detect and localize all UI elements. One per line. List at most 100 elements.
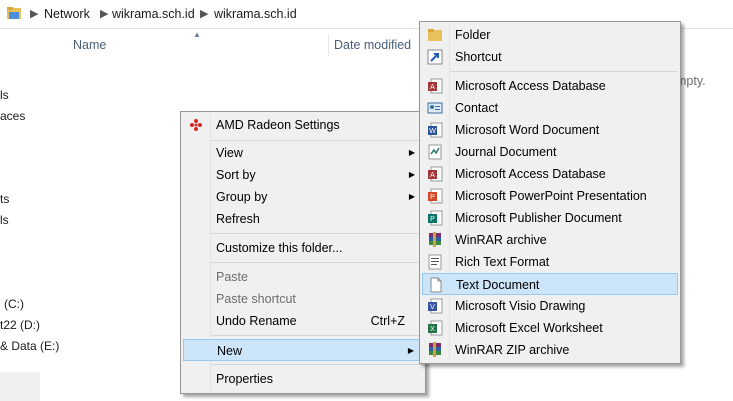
- column-date-modified[interactable]: Date modified: [334, 38, 411, 52]
- text-document-icon: [430, 277, 442, 293]
- menu-label: Contact: [455, 101, 499, 115]
- menu-label: WinRAR archive: [455, 233, 547, 247]
- menu-label: Text Document: [456, 278, 540, 292]
- menu-item-group-by[interactable]: Group by ▶: [183, 186, 423, 208]
- column-divider: [328, 34, 329, 56]
- column-name[interactable]: Name: [73, 38, 106, 52]
- new-text-document-item[interactable]: Text Document: [422, 273, 678, 295]
- menu-item-new[interactable]: New ▶: [183, 339, 423, 361]
- new-excel-item[interactable]: X Microsoft Excel Worksheet: [422, 317, 678, 339]
- submenu-arrow-icon: ▶: [408, 170, 415, 179]
- svg-text:A: A: [430, 84, 435, 91]
- menu-label: AMD Radeon Settings: [216, 118, 340, 132]
- menu-item-undo-rename[interactable]: Undo Rename Ctrl+Z: [183, 310, 423, 332]
- menu-label: Folder: [455, 28, 491, 42]
- visio-icon: V: [428, 298, 443, 314]
- menu-divider: [211, 233, 423, 234]
- new-contact-item[interactable]: Contact: [422, 97, 678, 119]
- winrar-zip-icon: [429, 342, 441, 357]
- menu-item-paste[interactable]: Paste: [183, 266, 423, 288]
- shortcut-icon: [427, 49, 443, 65]
- menu-divider: [211, 262, 423, 263]
- breadcrumb-separator-icon: ▶: [200, 8, 209, 20]
- menu-label: Microsoft Access Database: [455, 167, 606, 181]
- menu-item-properties[interactable]: Properties: [183, 368, 423, 390]
- excel-icon: X: [428, 320, 443, 336]
- menu-label: Properties: [216, 372, 273, 386]
- menu-label: Microsoft Excel Worksheet: [455, 321, 603, 335]
- new-submenu: Folder Shortcut A Microsoft Access Datab…: [419, 21, 681, 364]
- rich-text-icon: [428, 254, 442, 270]
- nav-item[interactable]: ts: [0, 192, 9, 206]
- svg-text:X: X: [430, 326, 435, 333]
- menu-divider: [450, 71, 678, 72]
- new-winrar-archive-item[interactable]: WinRAR archive: [422, 229, 678, 251]
- nav-drive-d[interactable]: t22 (D:): [0, 318, 40, 332]
- menu-label: Paste shortcut: [216, 292, 296, 306]
- journal-icon: [428, 144, 442, 160]
- contact-icon: [427, 102, 443, 114]
- submenu-arrow-icon: ▶: [407, 346, 414, 355]
- new-access-database-item[interactable]: A Microsoft Access Database: [422, 75, 678, 97]
- new-publisher-item[interactable]: P Microsoft Publisher Document: [422, 207, 678, 229]
- svg-text:A: A: [430, 172, 435, 179]
- menu-label: View: [216, 146, 243, 160]
- nav-drive-c[interactable]: (C:): [4, 297, 24, 311]
- menu-item-customize[interactable]: Customize this folder...: [183, 237, 423, 259]
- menu-shortcut: Ctrl+Z: [370, 314, 405, 328]
- menu-label: Microsoft Access Database: [455, 79, 606, 93]
- menu-item-sort-by[interactable]: Sort by ▶: [183, 164, 423, 186]
- folder-icon: [7, 7, 21, 19]
- access-icon: A: [428, 166, 443, 182]
- new-shortcut-item[interactable]: Shortcut: [422, 46, 678, 68]
- new-access-database-item-2[interactable]: A Microsoft Access Database: [422, 163, 678, 185]
- winrar-icon: [429, 232, 441, 247]
- menu-label: Shortcut: [455, 50, 502, 64]
- menu-divider: [211, 140, 423, 141]
- breadcrumb-current[interactable]: wikrama.sch.id: [214, 7, 297, 21]
- menu-item-refresh[interactable]: Refresh: [183, 208, 423, 230]
- amd-radeon-icon: [190, 119, 202, 131]
- breadcrumb-domain[interactable]: wikrama.sch.id: [112, 7, 195, 21]
- new-visio-item[interactable]: V Microsoft Visio Drawing: [422, 295, 678, 317]
- svg-text:P: P: [430, 194, 435, 201]
- svg-text:P: P: [430, 216, 435, 223]
- submenu-arrow-icon: ▶: [408, 148, 415, 157]
- menu-item-view[interactable]: View ▶: [183, 142, 423, 164]
- menu-label: Journal Document: [455, 145, 557, 159]
- menu-label: Paste: [216, 270, 248, 284]
- nav-item[interactable]: ls: [0, 88, 9, 102]
- new-folder-item[interactable]: Folder: [422, 24, 678, 46]
- publisher-icon: P: [428, 210, 443, 226]
- word-icon: W: [428, 122, 443, 138]
- nav-pane-bottom: [0, 372, 40, 401]
- menu-label: Rich Text Format: [455, 255, 550, 269]
- folder-icon: [428, 29, 442, 41]
- menu-label: Microsoft Publisher Document: [455, 211, 622, 225]
- menu-label: Customize this folder...: [216, 241, 343, 255]
- nav-item[interactable]: ls: [0, 213, 9, 227]
- access-icon: A: [428, 78, 443, 94]
- new-journal-document-item[interactable]: Journal Document: [422, 141, 678, 163]
- sort-up-icon: ▲: [193, 30, 201, 39]
- new-word-document-item[interactable]: W Microsoft Word Document: [422, 119, 678, 141]
- menu-label: Refresh: [216, 212, 260, 226]
- new-winrar-zip-item[interactable]: WinRAR ZIP archive: [422, 339, 678, 361]
- new-rich-text-item[interactable]: Rich Text Format: [422, 251, 678, 273]
- svg-text:W: W: [429, 128, 436, 135]
- menu-label: Microsoft Word Document: [455, 123, 600, 137]
- breadcrumb-network[interactable]: Network: [44, 7, 90, 21]
- svg-text:V: V: [430, 304, 435, 311]
- powerpoint-icon: P: [428, 188, 443, 204]
- submenu-arrow-icon: ▶: [408, 192, 415, 201]
- new-powerpoint-item[interactable]: P Microsoft PowerPoint Presentation: [422, 185, 678, 207]
- nav-drive-e[interactable]: & Data (E:): [0, 339, 59, 353]
- context-menu: AMD Radeon Settings View ▶ Sort by ▶ Gro…: [180, 111, 426, 394]
- menu-label: Group by: [216, 190, 268, 204]
- breadcrumb-separator-icon: ▶: [30, 8, 39, 20]
- menu-item-amd-radeon[interactable]: AMD Radeon Settings: [183, 114, 423, 136]
- menu-label: Sort by: [216, 168, 256, 182]
- menu-item-paste-shortcut[interactable]: Paste shortcut: [183, 288, 423, 310]
- nav-item[interactable]: aces: [0, 109, 25, 123]
- menu-label: WinRAR ZIP archive: [455, 343, 570, 357]
